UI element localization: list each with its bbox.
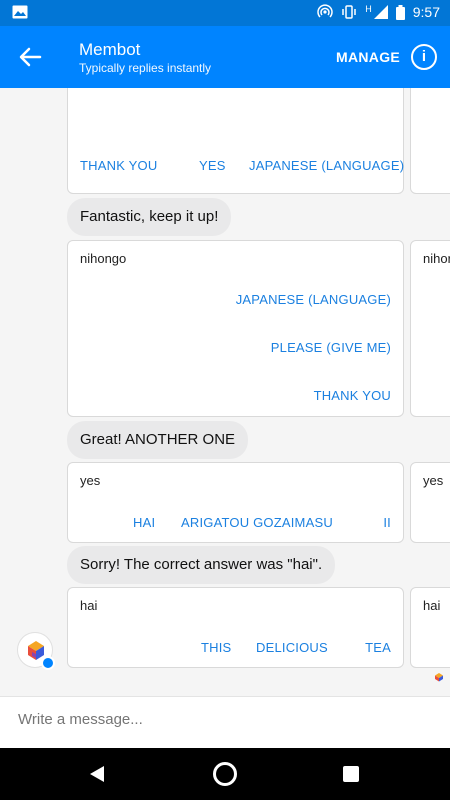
answer-option[interactable]: JAPANESE (LANGUAGE) <box>236 292 391 307</box>
info-icon[interactable]: i <box>411 44 437 70</box>
vibrate-icon <box>342 5 356 19</box>
manage-button[interactable]: MANAGE <box>336 49 400 65</box>
quiz-card-next[interactable]: yes <box>410 462 450 543</box>
battery-icon <box>395 4 405 20</box>
signal-icon <box>373 5 388 19</box>
bot-message: Fantastic, keep it up! <box>67 198 232 236</box>
quiz-card-next[interactable]: nihor <box>410 240 450 417</box>
hotspot-icon <box>317 4 333 18</box>
answer-option[interactable]: ARIGATOU GOZAIMASU <box>181 515 333 530</box>
bot-message: Sorry! The correct answer was "hai". <box>67 546 336 584</box>
conversation-title: Membot <box>79 40 141 59</box>
system-nav-bar <box>0 748 450 800</box>
nav-back-icon[interactable] <box>88 765 106 783</box>
messenger-badge-icon <box>41 656 55 670</box>
answer-option[interactable]: THANK YOU <box>314 388 391 403</box>
quiz-term: hai <box>423 598 441 613</box>
quiz-term: yes <box>80 473 101 488</box>
quiz-term: nihor <box>423 251 450 266</box>
status-bar: H 9:57 <box>0 0 450 26</box>
quiz-card: hai THIS DELICIOUS TEA <box>67 587 404 668</box>
conversation-thread[interactable]: THANK YOU YES JAPANESE (LANGUAGE) Fantas… <box>0 88 450 696</box>
clock: 9:57 <box>412 4 440 20</box>
quiz-card-next[interactable]: hai <box>410 587 450 668</box>
answer-option[interactable]: THIS <box>201 640 231 655</box>
answer-option[interactable]: JAPANESE (LANGUAGE) <box>249 158 404 173</box>
nav-home-icon[interactable] <box>213 762 237 786</box>
conversation-subtitle: Typically replies instantly <box>79 61 212 75</box>
answer-option[interactable]: THANK YOU <box>80 158 157 173</box>
quiz-card-next[interactable] <box>410 88 450 194</box>
quiz-card: yes HAI ARIGATOU GOZAIMASU II <box>67 462 404 543</box>
back-arrow-icon[interactable] <box>14 42 46 72</box>
read-receipt-icon <box>435 673 443 682</box>
answer-option[interactable]: HAI <box>133 515 155 530</box>
answer-option[interactable]: YES <box>199 158 226 173</box>
quiz-card: THANK YOU YES JAPANESE (LANGUAGE) <box>67 88 404 194</box>
answer-option[interactable]: PLEASE (GIVE ME) <box>271 340 391 355</box>
app-bar: Membot Typically replies instantly MANAG… <box>0 26 450 88</box>
message-input[interactable] <box>18 711 418 728</box>
quiz-term: nihongo <box>80 251 127 266</box>
answer-option[interactable]: TEA <box>365 640 391 655</box>
quiz-card: nihongo JAPANESE (LANGUAGE) PLEASE (GIVE… <box>67 240 404 417</box>
bot-message: Great! ANOTHER ONE <box>67 421 249 459</box>
bot-avatar[interactable] <box>17 632 55 670</box>
message-composer <box>0 696 450 748</box>
nav-recents-icon[interactable] <box>343 766 359 782</box>
answer-option[interactable]: DELICIOUS <box>256 640 328 655</box>
quiz-term: yes <box>423 473 444 488</box>
network-type-label: H <box>365 4 372 14</box>
answer-option[interactable]: II <box>383 515 391 530</box>
image-icon <box>12 5 28 19</box>
quiz-term: hai <box>80 598 98 613</box>
